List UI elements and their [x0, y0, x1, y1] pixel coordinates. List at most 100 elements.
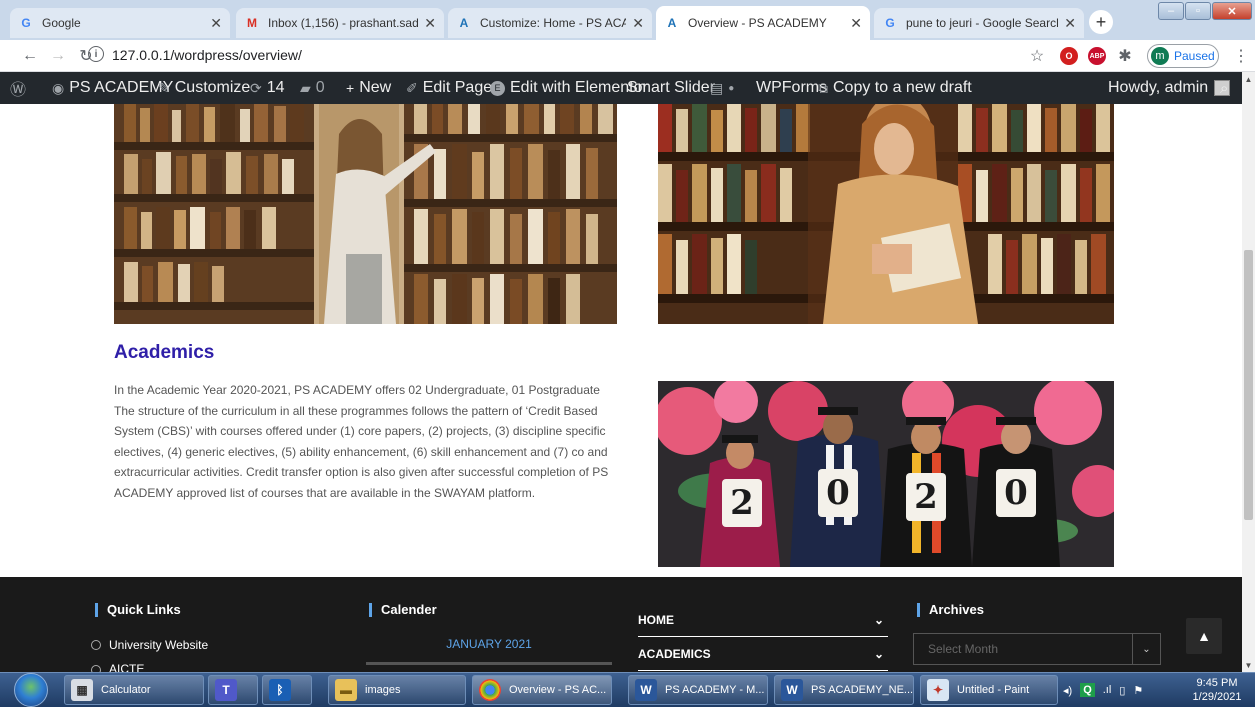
qbittorrent-icon[interactable]: Q	[1080, 683, 1095, 697]
opera-extension-icon[interactable]: O	[1060, 47, 1078, 65]
footer-link-university[interactable]: University Website	[91, 638, 208, 652]
profile-status: Paused	[1174, 49, 1215, 63]
minimize-window-button[interactable]: ‒	[1158, 2, 1184, 20]
profile-button[interactable]: m Paused	[1147, 44, 1219, 68]
search-icon[interactable]: ⌕	[1220, 72, 1233, 104]
browser-tab-overview[interactable]: A Overview - PS ACADEMY ✕	[656, 6, 870, 40]
circle-bullet-icon	[91, 640, 101, 650]
close-tab-icon[interactable]: ✕	[210, 15, 222, 32]
library-photo-left	[114, 104, 617, 324]
battery-icon[interactable]: ▯	[1119, 684, 1125, 697]
close-window-button[interactable]: ✕	[1212, 2, 1252, 20]
tab-title: Google	[42, 16, 81, 30]
yoast-seo-icon[interactable]: ▤ ●	[710, 72, 734, 104]
wp-wpforms[interactable]: WPForms	[756, 72, 827, 104]
volume-icon[interactable]: ◂)	[1063, 684, 1072, 697]
dashboard-icon: ◉	[52, 79, 65, 96]
tab-title: Inbox (1,156) - prashant.sadaph	[268, 16, 419, 30]
graduates-photo: 2 0 2 0	[658, 381, 1114, 567]
comment-icon: ▰	[300, 79, 311, 96]
new-label: New	[359, 79, 392, 96]
grad-card-digit: 0	[826, 473, 850, 513]
browser-tab-customize[interactable]: A Customize: Home - PS ACADEM ✕	[448, 8, 652, 38]
library-photo-right	[658, 104, 1114, 324]
copy-draft-label: Copy to a new draft	[833, 79, 972, 96]
extensions-puzzle-icon[interactable]: ✱	[1115, 46, 1135, 66]
close-tab-icon[interactable]: ✕	[632, 15, 644, 32]
clock-time: 9:45 PM	[1196, 677, 1238, 689]
taskbar-clock[interactable]: 9:45 PM 1/29/2021	[1186, 676, 1248, 704]
taskbar-bluetooth[interactable]: ᛒ	[262, 675, 312, 705]
new-tab-button[interactable]: +	[1089, 10, 1113, 34]
back-arrow-icon[interactable]: ←	[20, 46, 40, 66]
start-button[interactable]	[14, 673, 48, 707]
taskbar-word-2[interactable]: W PS ACADEMY_NE...	[774, 675, 914, 705]
chevron-down-icon: ⌄	[873, 612, 884, 627]
taskbar-word-1[interactable]: W PS ACADEMY - M...	[628, 675, 768, 705]
taskbar-calculator[interactable]: ▦ Calculator	[64, 675, 204, 705]
taskbar-images-folder[interactable]: ▬ images	[328, 675, 466, 705]
bookmark-star-icon[interactable]: ☆	[1027, 46, 1047, 66]
wp-smart-slider[interactable]: Smart Slider	[627, 72, 715, 104]
tab-title: Customize: Home - PS ACADEM	[480, 16, 627, 30]
browser-menu-icon[interactable]: ⋮	[1231, 46, 1251, 66]
scroll-up-arrow-icon[interactable]: ▲	[1244, 74, 1253, 84]
chevron-down-icon: ⌄	[1132, 634, 1160, 664]
browser-tab-gmail[interactable]: M Inbox (1,156) - prashant.sadaph ✕	[236, 8, 444, 38]
calendar-month: JANUARY 2021	[446, 637, 532, 651]
adblock-extension-icon[interactable]: ABP	[1088, 47, 1106, 65]
brush-icon: ✎	[158, 79, 170, 96]
pencil-icon: ✐	[406, 79, 418, 96]
taskbar-paint[interactable]: ✦ Untitled - Paint	[920, 675, 1058, 705]
footer-menu-academics[interactable]: ACADEMICS ⌄	[638, 637, 888, 671]
wp-updates[interactable]: ⟳ 14	[250, 72, 285, 104]
google-favicon-icon: G	[21, 16, 31, 30]
wordpress-logo-icon[interactable]: Ⓦ	[10, 72, 31, 104]
word-icon: W	[635, 679, 657, 701]
wpforms-label: WPForms	[756, 79, 828, 96]
taskbar-label: Overview - PS AC...	[509, 684, 607, 696]
close-tab-icon[interactable]: ✕	[850, 15, 862, 32]
site-info-icon[interactable]: i	[88, 46, 104, 62]
scroll-down-arrow-icon[interactable]: ▼	[1244, 660, 1253, 670]
customize-label: Customize	[174, 79, 251, 96]
grad-card-digit: 2	[914, 477, 938, 517]
tab-title: pune to jeuri - Google Search	[906, 16, 1059, 30]
chrome-icon	[479, 679, 501, 701]
grad-card-digit: 0	[1004, 473, 1028, 513]
browser-tab-google[interactable]: G Google ✕	[10, 8, 230, 38]
taskbar-label: Calculator	[101, 684, 151, 696]
wp-new[interactable]: + New	[346, 72, 391, 104]
quick-links-title: Quick Links	[95, 602, 181, 617]
forward-arrow-icon[interactable]: →	[48, 46, 68, 66]
maximize-window-button[interactable]: ▫	[1185, 2, 1211, 20]
wp-copy-draft[interactable]: ⧉ Copy to a new draft	[818, 72, 972, 104]
close-tab-icon[interactable]: ✕	[424, 15, 436, 32]
wp-edit-page[interactable]: ✐ Edit Page	[406, 72, 492, 104]
browser-tab-search[interactable]: G pune to jeuri - Google Search ✕	[874, 8, 1084, 38]
wp-edit-elementor[interactable]: E Edit with Elementor	[490, 72, 648, 104]
section-paragraph: In the Academic Year 2020-2021, PS ACADE…	[114, 383, 609, 500]
wp-comments[interactable]: ▰ 0	[300, 72, 325, 104]
archives-select[interactable]: Select Month ⌄	[913, 633, 1161, 665]
url-field[interactable]: i 127.0.0.1/wordpress/overview/	[88, 46, 302, 63]
wp-customize[interactable]: ✎ Customize	[158, 72, 250, 104]
url-text: 127.0.0.1/wordpress/overview/	[112, 47, 302, 63]
network-signal-icon[interactable]: .ıl	[1103, 684, 1112, 696]
taskbar-teams[interactable]: T	[208, 675, 258, 705]
word-icon: W	[781, 679, 803, 701]
link-label: AICTE	[109, 662, 145, 672]
scroll-to-top-button[interactable]: ▲	[1186, 618, 1222, 654]
wp-site-name[interactable]: ◉ PS ACADEMY	[52, 72, 173, 104]
footer-link-aicte[interactable]: AICTE	[91, 662, 144, 672]
updates-icon: ⟳	[250, 79, 262, 96]
action-center-flag-icon[interactable]: ⚑	[1133, 684, 1143, 697]
clock-date: 1/29/2021	[1192, 691, 1242, 703]
wp-howdy[interactable]: Howdy, admin	[1108, 72, 1231, 104]
folder-icon: ▬	[335, 679, 357, 701]
footer-menu-home[interactable]: HOME ⌄	[638, 603, 888, 637]
close-tab-icon[interactable]: ✕	[1064, 15, 1076, 32]
edit-page-label: Edit Page	[422, 79, 493, 96]
taskbar-chrome[interactable]: Overview - PS AC...	[472, 675, 612, 705]
scrollbar-thumb[interactable]	[1244, 250, 1253, 520]
